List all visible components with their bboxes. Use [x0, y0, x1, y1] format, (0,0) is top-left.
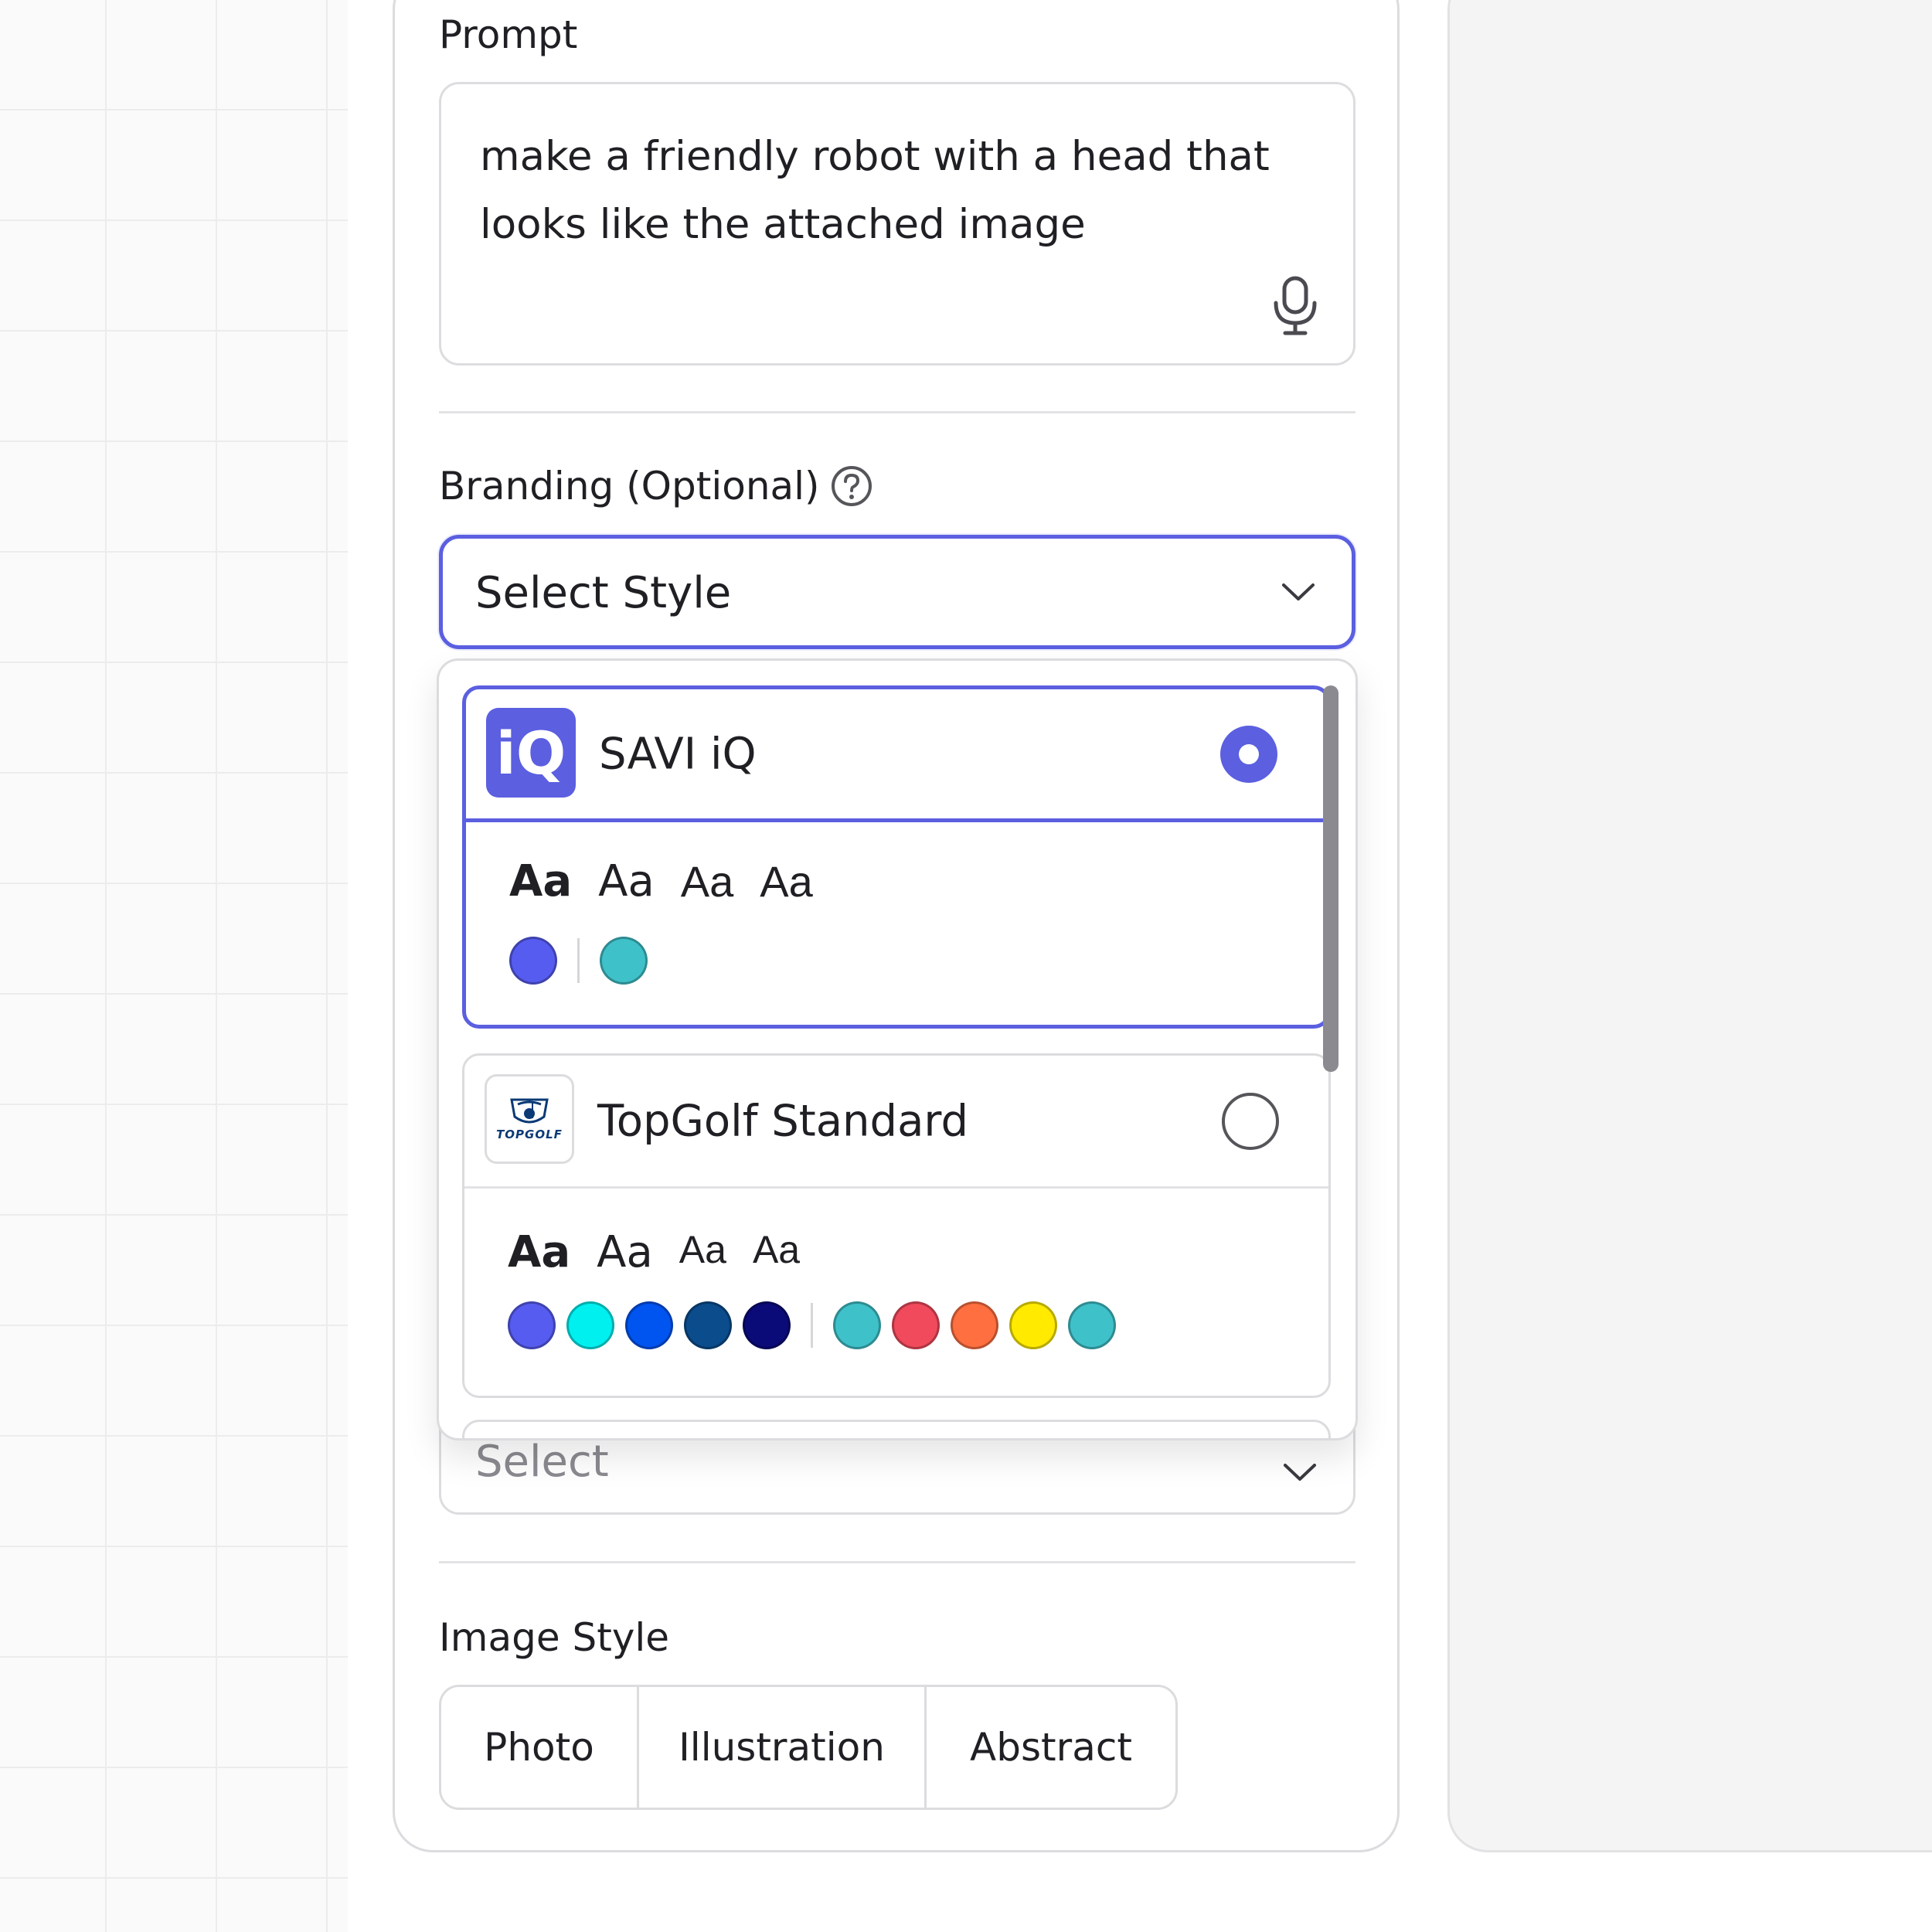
- color-swatch: [892, 1301, 940, 1349]
- preview-panel: [1447, 0, 1932, 1852]
- topgolf-logo: TOPGOLF: [485, 1074, 574, 1164]
- font-sample: Aa: [598, 856, 655, 906]
- font-sample: Aa: [752, 1228, 801, 1271]
- brand-option-name: SAVI iQ: [599, 729, 757, 779]
- color-swatch: [951, 1301, 998, 1349]
- select-style-value: Select Style: [475, 568, 732, 618]
- divider: [439, 411, 1355, 413]
- color-swatches: [509, 937, 648, 985]
- chevron-down-icon: [1282, 583, 1315, 600]
- question-circle-icon[interactable]: [831, 465, 872, 507]
- color-swatch: [1009, 1301, 1057, 1349]
- divider: [439, 1561, 1355, 1563]
- font-sample: Aa: [597, 1227, 653, 1277]
- color-swatch: [509, 937, 557, 985]
- radio-unselected[interactable]: [1222, 1092, 1279, 1150]
- topgolf-shield-icon: [510, 1098, 549, 1124]
- prompt-label: Prompt: [439, 12, 578, 57]
- color-swatch: [566, 1301, 614, 1349]
- microphone-icon[interactable]: [1270, 275, 1321, 337]
- font-sample: Aa: [680, 857, 734, 906]
- color-swatch: [1068, 1301, 1116, 1349]
- image-style-label: Image Style: [439, 1615, 670, 1660]
- font-sample: Aa: [760, 857, 813, 906]
- brand-option-topgolf-standard[interactable]: TOPGOLF TopGolf Standard Aa Aa Aa Aa: [462, 1053, 1331, 1398]
- branding-label: Branding (Optional): [439, 464, 872, 509]
- branding-dropdown[interactable]: iQ SAVI iQ Aa Aa Aa Aa TOPGOLF TopGolf S…: [437, 658, 1358, 1440]
- brand-option-partial[interactable]: [462, 1420, 1331, 1438]
- savi-iq-logo: iQ: [486, 708, 576, 798]
- branding-style-select[interactable]: Select Style: [439, 535, 1355, 649]
- color-swatch: [743, 1301, 791, 1349]
- brand-option-details: Aa Aa Aa Aa: [464, 1189, 1328, 1389]
- image-style-illustration-button[interactable]: Illustration: [639, 1687, 927, 1808]
- brand-option-savi-iq[interactable]: iQ SAVI iQ Aa Aa Aa Aa: [462, 685, 1331, 1029]
- swatch-separator: [577, 938, 580, 983]
- color-swatch: [684, 1301, 732, 1349]
- font-sample: Aa: [679, 1228, 726, 1271]
- swatch-separator: [811, 1303, 813, 1348]
- prompt-text[interactable]: make a friendly robot with a head that l…: [480, 123, 1299, 259]
- color-swatches: [508, 1301, 1116, 1349]
- image-style-abstract-button[interactable]: Abstract: [927, 1687, 1175, 1808]
- color-swatch: [625, 1301, 673, 1349]
- font-samples: Aa Aa Aa Aa: [509, 856, 813, 906]
- brand-option-name: TopGolf Standard: [597, 1096, 968, 1146]
- font-samples: Aa Aa Aa Aa: [508, 1227, 800, 1277]
- secondary-select-value: Select: [475, 1437, 609, 1487]
- color-swatch: [600, 937, 648, 985]
- font-sample: Aa: [508, 1227, 571, 1277]
- dropdown-scrollbar[interactable]: [1323, 685, 1338, 1072]
- chevron-down-icon: [1284, 1464, 1316, 1481]
- color-swatch: [508, 1301, 556, 1349]
- font-sample: Aa: [509, 856, 573, 906]
- brand-option-header[interactable]: TOPGOLF TopGolf Standard: [464, 1056, 1328, 1189]
- image-style-segmented-control[interactable]: Photo Illustration Abstract: [439, 1685, 1178, 1810]
- color-swatch: [833, 1301, 881, 1349]
- brand-option-details: Aa Aa Aa Aa: [466, 822, 1327, 1023]
- radio-selected[interactable]: [1220, 725, 1277, 783]
- brand-option-header[interactable]: iQ SAVI iQ: [466, 689, 1327, 822]
- topgolf-logo-text: TOPGOLF: [496, 1128, 563, 1141]
- prompt-textarea[interactable]: make a friendly robot with a head that l…: [439, 82, 1355, 366]
- image-style-photo-button[interactable]: Photo: [441, 1687, 639, 1808]
